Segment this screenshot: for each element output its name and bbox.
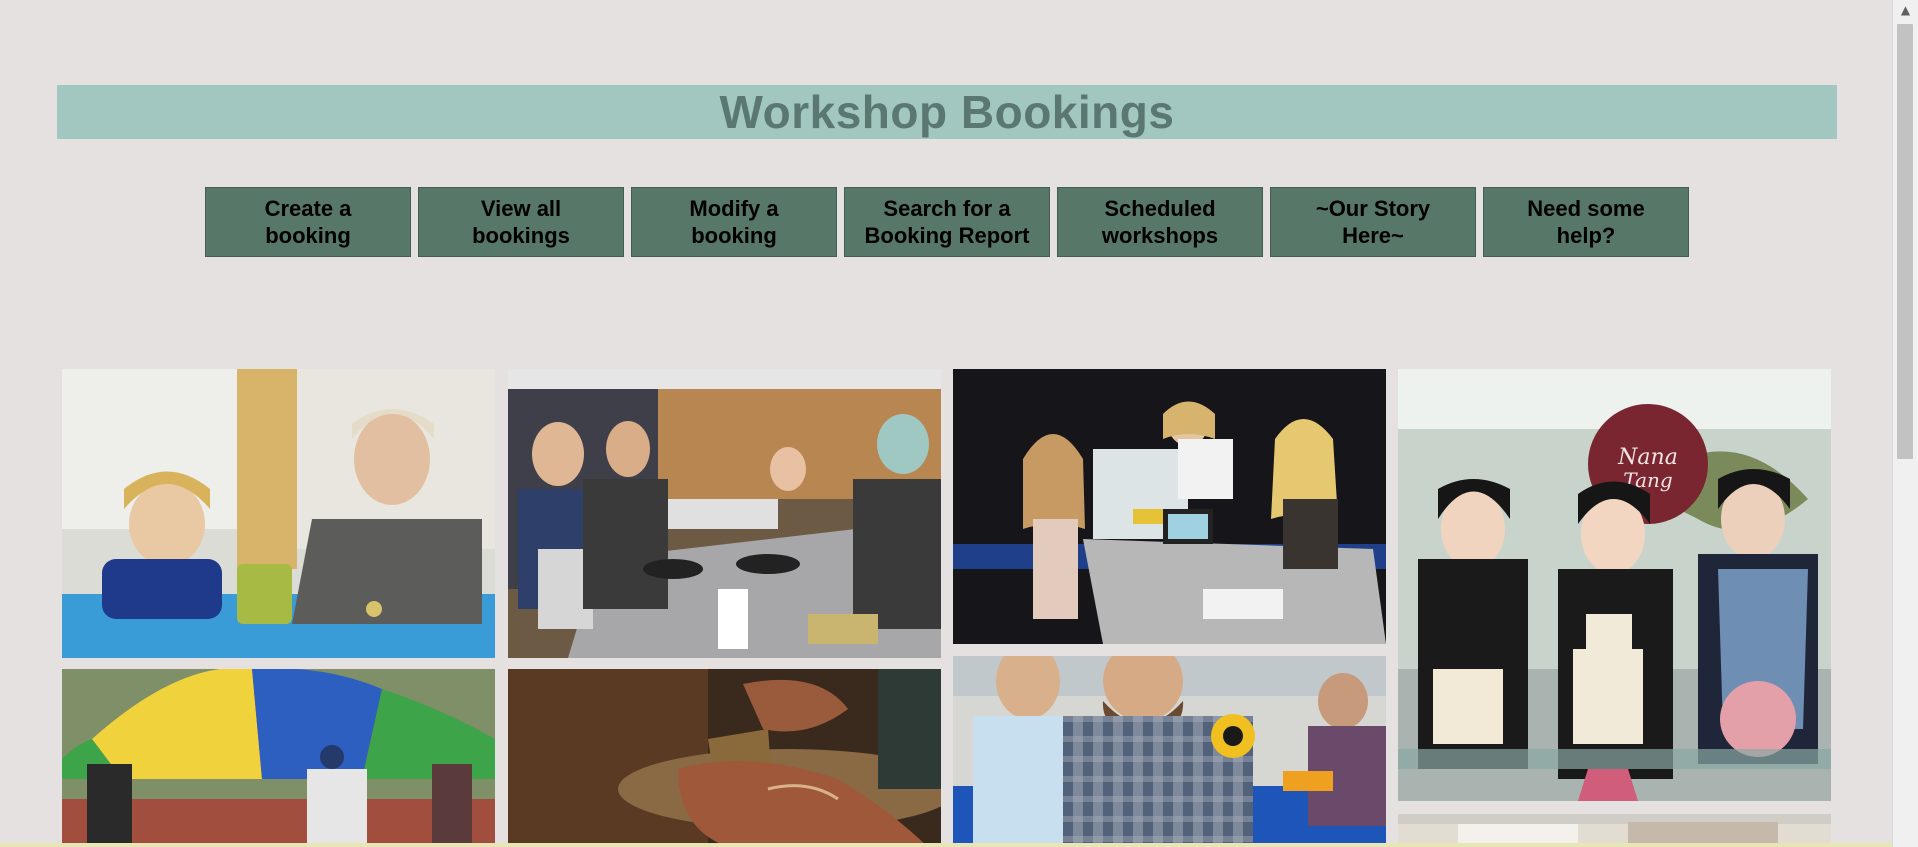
vertical-scrollbar[interactable]: ▲ [1892,0,1918,847]
scroll-up-arrow-icon[interactable]: ▲ [1898,3,1913,18]
photo-kids-stop-motion [953,369,1386,644]
photo-cake-decorating: Nana Tang [1398,369,1831,801]
photo-soldering-workshop [953,656,1386,847]
svg-text:Nana: Nana [1617,445,1678,470]
photo-pottery-wheel [508,669,941,847]
scrollbar-thumb[interactable] [1897,24,1913,459]
photo-cooking-class [508,369,941,658]
workshop-gallery: Nana Tang [0,0,1918,847]
bottom-edge-line [0,843,1893,847]
photo-classroom-toys [62,369,495,658]
photo-parachute-game [62,669,495,847]
